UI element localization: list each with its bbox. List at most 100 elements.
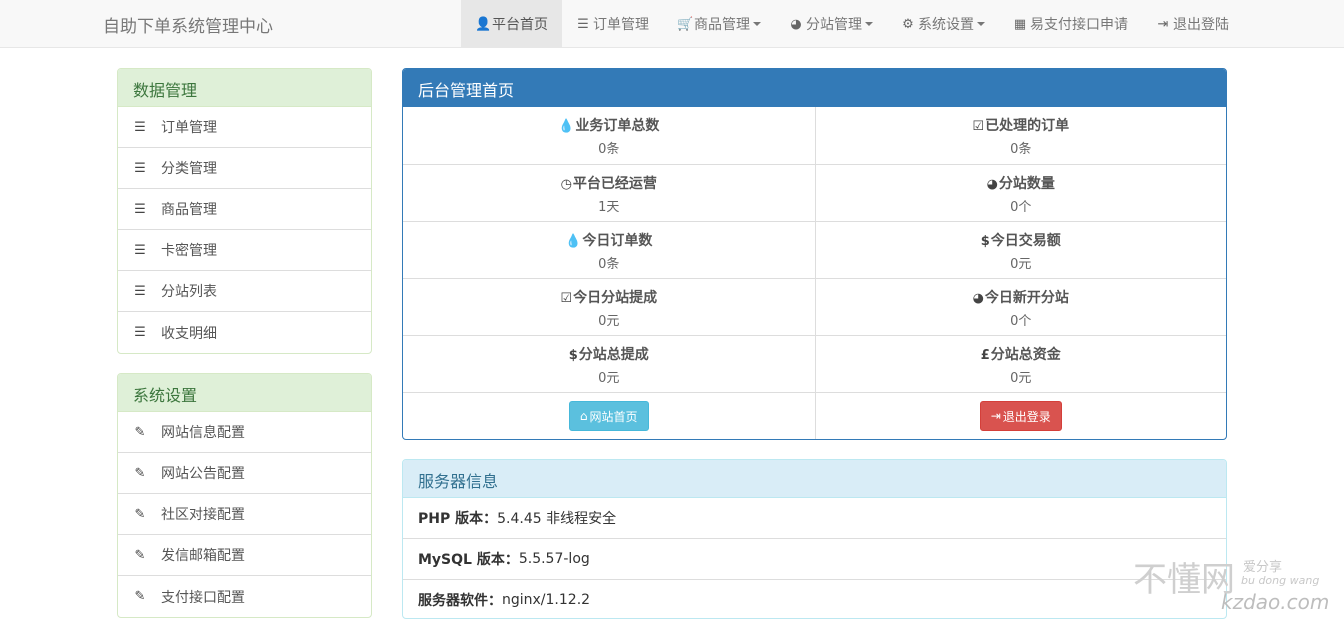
- data-panel-title: 数据管理: [118, 69, 371, 107]
- nav-item-2[interactable]: 🛒 商品管理: [663, 0, 775, 48]
- sidebar-item-label: 商品管理: [161, 202, 217, 218]
- nav-item-5[interactable]: ▦ 易支付接口申请: [999, 0, 1142, 48]
- nav-item-3[interactable]: ◕ 分站管理: [775, 0, 887, 48]
- sidebar-item-label: 分站列表: [161, 284, 217, 300]
- stat-value: 0元: [1010, 257, 1032, 272]
- logout-button[interactable]: ⇥ 退出登录: [979, 401, 1062, 431]
- nav-item-1[interactable]: ☰ 订单管理: [562, 0, 663, 48]
- nav-item-label: 分站管理: [806, 17, 862, 33]
- check-icon: ☑: [972, 119, 985, 134]
- stat-cell: ◷平台已经运营 1天: [403, 165, 815, 221]
- settings-panel-title: 系统设置: [118, 374, 371, 412]
- sidebar-item-data_panel-1[interactable]: ☰ 分类管理: [118, 148, 371, 189]
- watermark: 不懂网 爱分享 bu dong wang kzdao.com: [1133, 552, 1344, 614]
- stat-label: 平台已经运营: [572, 176, 657, 192]
- stat-label: 分站数量: [998, 176, 1055, 192]
- cog-icon: ⚙: [902, 16, 914, 32]
- sidebar-item-label: 网站公告配置: [161, 466, 245, 482]
- sidebar-item-data_panel-5[interactable]: ☰ 收支明细: [118, 312, 371, 353]
- sidebar-item-data_panel-4[interactable]: ☰ 分站列表: [118, 271, 371, 312]
- sidebar-settings-panel: 系统设置 ✎ 网站信息配置 ✎ 网站公告配置 ✎ 社区对接配置 ✎ 发信邮箱配置 ✎ 支付接口配置: [117, 373, 372, 618]
- edit-icon: ✎: [134, 506, 146, 522]
- nav-item-label: 订单管理: [593, 17, 649, 33]
- stat-label: 今日新开分站: [984, 290, 1069, 306]
- watermark-sub2: bu dong wang: [1241, 574, 1320, 587]
- shopping-cart-icon: 🛒: [677, 16, 694, 32]
- server-info-row: PHP 版本： 5.4.45 非线程安全: [403, 498, 1226, 539]
- nav-item-6[interactable]: ⇥ 退出登陆: [1142, 0, 1243, 48]
- sidebar-item-settings_panel-2[interactable]: ✎ 社区对接配置: [118, 494, 371, 535]
- watermark-main: 不懂网: [1133, 560, 1235, 600]
- stat-value: 0元: [1010, 371, 1032, 386]
- server-info-row: 服务器软件： nginx/1.12.2: [403, 580, 1226, 618]
- tint-icon: 💧: [565, 234, 582, 249]
- list-icon: ☰: [134, 201, 146, 217]
- stat-cell: ◕分站数量 0个: [814, 165, 1227, 221]
- stat-label: 今日交易额: [990, 233, 1061, 249]
- server-info-key: MySQL 版本：: [418, 552, 519, 568]
- site-home-button[interactable]: ⌂ 网站首页: [568, 401, 649, 431]
- stat-cell: $今日交易额 0元: [814, 222, 1227, 278]
- th-large-icon: ▦: [1013, 16, 1027, 32]
- sidebar-item-label: 订单管理: [161, 120, 217, 136]
- stat-cell: 💧业务订单总数 0条: [403, 107, 815, 164]
- server-info-value: nginx/1.12.2: [502, 592, 591, 608]
- check-icon: ☑: [560, 291, 573, 306]
- brand-title[interactable]: 自助下单系统管理中心: [103, 12, 273, 37]
- list-icon: ☰: [134, 119, 146, 135]
- usd-icon: $: [980, 234, 990, 249]
- server-info-key: 服务器软件：: [418, 593, 502, 609]
- stat-cell: £分站总资金 0元: [814, 336, 1227, 392]
- sidebar-item-settings_panel-0[interactable]: ✎ 网站信息配置: [118, 412, 371, 453]
- stat-value: 0元: [598, 314, 620, 329]
- stat-cell: ☑今日分站提成 0元: [403, 279, 815, 335]
- sidebar-item-settings_panel-1[interactable]: ✎ 网站公告配置: [118, 453, 371, 494]
- nav-item-4[interactable]: ⚙ 系统设置: [887, 0, 999, 48]
- server-info-panel: 服务器信息 PHP 版本： 5.4.45 非线程安全 MySQL 版本： 5.5.57…: [402, 459, 1227, 619]
- nav-item-label: 易支付接口申请: [1030, 17, 1128, 33]
- stat-value: 0条: [1010, 142, 1032, 157]
- sidebar-item-label: 卡密管理: [161, 243, 217, 259]
- sidebar-item-label: 发信邮箱配置: [161, 548, 245, 564]
- sidebar-item-data_panel-0[interactable]: ☰ 订单管理: [118, 107, 371, 148]
- caret-down-icon: [977, 22, 985, 26]
- top-navbar: 自助下单系统管理中心 👤 平台首页 ☰ 订单管理 🛒 商品管理 ◕ 分站管理 ⚙ 系统设置 ▦ 易支付…: [0, 0, 1344, 48]
- stat-row: 💧业务订单总数 0条 ☑已处理的订单 0条: [403, 107, 1226, 164]
- stat-value: 0个: [1010, 200, 1032, 215]
- sidebar-item-label: 网站信息配置: [161, 425, 245, 441]
- caret-down-icon: [753, 22, 761, 26]
- nav-item-label: 平台首页: [492, 17, 548, 33]
- stat-row: 💧今日订单数 0条 $今日交易额 0元: [403, 221, 1226, 278]
- dashboard-panel: 后台管理首页 💧业务订单总数 0条 ☑已处理的订单 0条 ◷平台已经运营 1天 ◕分站数量 0…: [402, 68, 1227, 440]
- sidebar-item-data_panel-3[interactable]: ☰ 卡密管理: [118, 230, 371, 271]
- stat-label: 今日分站提成: [573, 290, 658, 306]
- nav-item-0[interactable]: 👤 平台首页: [461, 0, 562, 48]
- edit-icon: ✎: [134, 589, 146, 604]
- main-nav: 👤 平台首页 ☰ 订单管理 🛒 商品管理 ◕ 分站管理 ⚙ 系统设置 ▦ 易支付接口申请 ⇥ 退出登陆: [461, 0, 1243, 48]
- stat-value: 0个: [1010, 314, 1032, 329]
- home-icon: ⌂: [579, 409, 588, 423]
- tint-icon: 💧: [558, 119, 575, 134]
- sidebar-item-settings_panel-4[interactable]: ✎ 支付接口配置: [118, 576, 371, 617]
- globe-icon: ◕: [986, 177, 998, 192]
- logout-label: 退出登录: [1002, 409, 1051, 424]
- dashboard-title: 后台管理首页: [403, 69, 1226, 107]
- sidebar-item-label: 社区对接配置: [161, 507, 245, 523]
- action-row: ⌂ 网站首页 ⇥ 退出登录: [403, 392, 1226, 439]
- stat-row: $分站总提成 0元 £分站总资金 0元: [403, 335, 1226, 392]
- server-info-row: MySQL 版本： 5.5.57-log: [403, 539, 1226, 580]
- stat-label: 分站总提成: [578, 347, 649, 363]
- stat-value: 0条: [598, 257, 620, 272]
- stat-label: 分站总资金: [990, 347, 1061, 363]
- sidebar-item-label: 支付接口配置: [161, 589, 245, 606]
- sidebar-item-label: 分类管理: [161, 161, 217, 177]
- nav-item-label: 退出登陆: [1173, 17, 1229, 33]
- sidebar-item-data_panel-2[interactable]: ☰ 商品管理: [118, 189, 371, 230]
- stat-cell: ◕今日新开分站 0个: [814, 279, 1227, 335]
- globe-icon: ◕: [972, 291, 984, 306]
- list-icon: ☰: [134, 242, 146, 258]
- nav-item-label: 系统设置: [918, 17, 974, 33]
- sidebar-item-settings_panel-3[interactable]: ✎ 发信邮箱配置: [118, 535, 371, 576]
- list-icon: ☰: [577, 16, 589, 32]
- sidebar-item-label: 收支明细: [161, 325, 217, 342]
